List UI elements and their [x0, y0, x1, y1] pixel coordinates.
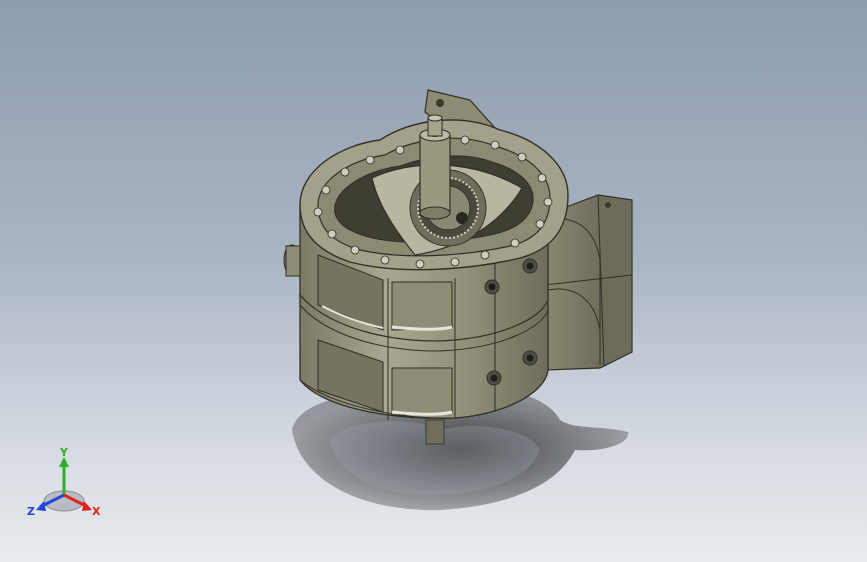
- y-axis-label: Y: [59, 446, 69, 459]
- rotary-engine-model[interactable]: [0, 0, 867, 562]
- z-axis-label: Z: [27, 505, 35, 518]
- eccentric-shaft: [419, 114, 451, 220]
- intake-port: [283, 244, 301, 277]
- bottom-shaft: [425, 419, 445, 445]
- graphics-viewport[interactable]: Y X Z: [0, 0, 867, 562]
- axis-triad[interactable]: Y X Z: [22, 445, 106, 525]
- x-axis-label: X: [92, 505, 101, 518]
